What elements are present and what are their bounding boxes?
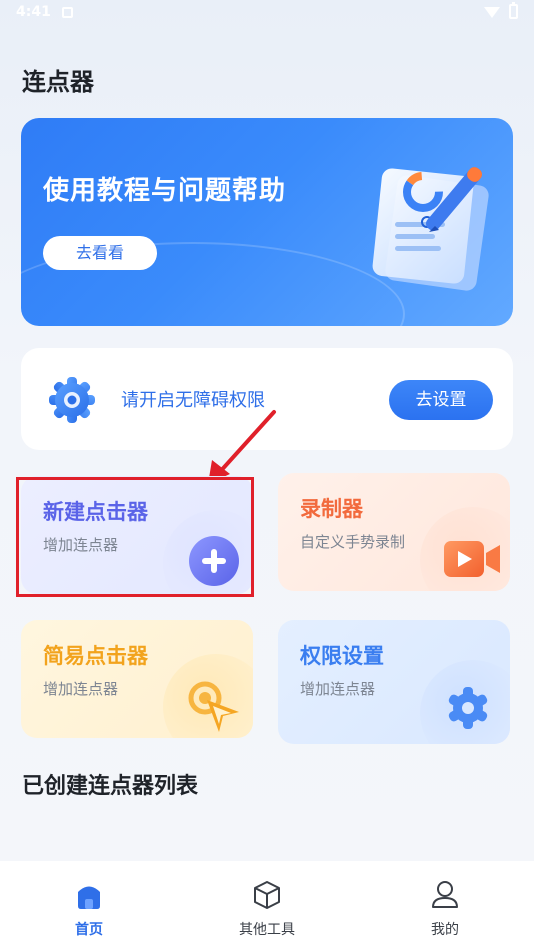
simple-clicker-title: 简易点击器: [43, 644, 148, 668]
simple-clicker-subtitle: 增加连点器: [43, 680, 119, 698]
permission-settings-title: 权限设置: [300, 644, 384, 668]
wifi-icon: [484, 7, 500, 18]
permission-settings-subtitle: 增加连点器: [300, 680, 376, 698]
battery-icon: [509, 2, 518, 19]
document-pen-icon: [372, 167, 489, 291]
tab-other-tools-label: 其他工具: [239, 922, 295, 938]
tab-mine-label: 我的: [431, 922, 459, 938]
cube-icon: [254, 881, 280, 909]
recorder-title: 录制器: [300, 497, 363, 521]
tab-other-tools[interactable]: 其他工具: [207, 861, 327, 950]
notification-icon: [62, 7, 73, 18]
gear-icon: [49, 377, 95, 423]
recorder-subtitle: 自定义手势录制: [300, 533, 406, 551]
page-title: 连点器: [22, 68, 94, 96]
tutorial-banner[interactable]: 使用教程与问题帮助 去看看: [21, 118, 513, 326]
pointer-arrow-annotation: [208, 410, 276, 484]
clicker-list-title: 已创建连点器列表: [22, 774, 199, 799]
highlight-box-annotation: [16, 477, 254, 597]
simple-clicker-tile[interactable]: 简易点击器 增加连点器: [21, 620, 253, 738]
user-icon: [432, 881, 458, 908]
gear-icon: [448, 687, 488, 729]
tab-mine[interactable]: 我的: [385, 861, 505, 950]
recorder-tile[interactable]: 录制器 自定义手势录制: [278, 473, 510, 591]
banner-view-button[interactable]: 去看看: [43, 236, 157, 270]
tab-home[interactable]: 首页: [29, 861, 149, 950]
home-icon: [78, 886, 100, 909]
banner-title: 使用教程与问题帮助: [43, 176, 287, 206]
video-camera-icon: [444, 541, 500, 577]
cursor-click-icon: [188, 681, 239, 732]
go-settings-button[interactable]: 去设置: [389, 380, 493, 420]
bottom-tab-bar: 首页 其他工具 我的: [0, 861, 534, 950]
status-bar: 4:41: [0, 0, 534, 28]
permission-settings-tile[interactable]: 权限设置 增加连点器: [278, 620, 510, 744]
status-time: 4:41: [16, 4, 51, 20]
tab-home-label: 首页: [75, 922, 103, 938]
